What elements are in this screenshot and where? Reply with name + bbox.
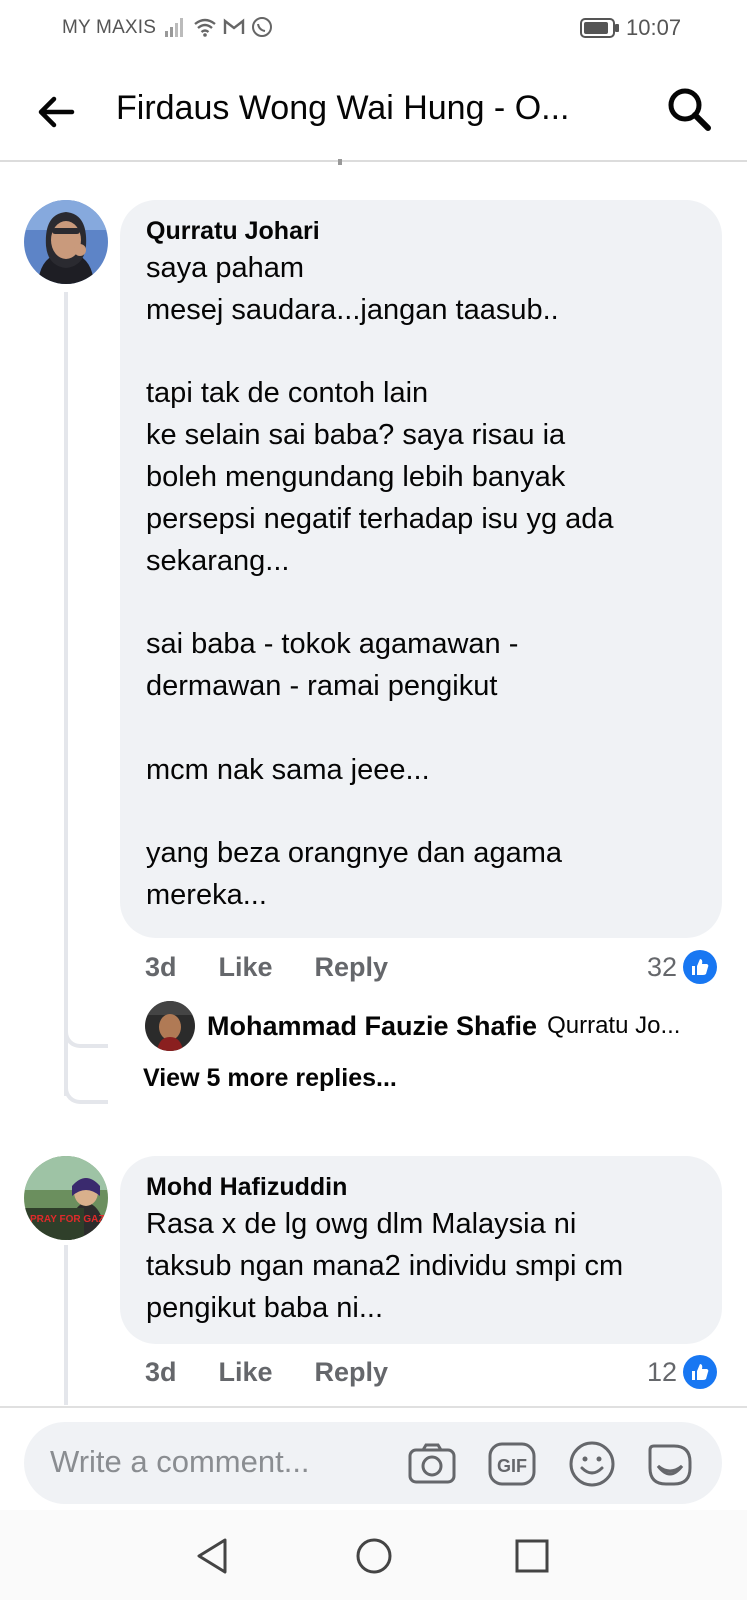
sticker-button[interactable]: [644, 1438, 696, 1490]
thread-branch: [64, 1076, 108, 1104]
clock: 10:07: [626, 15, 682, 40]
reaction-number: 12: [647, 1356, 678, 1387]
signal-icon: [165, 18, 183, 37]
avatar-photo: PRAY FOR GAZA: [24, 1156, 108, 1240]
system-nav-bar: [0, 1510, 747, 1600]
comment-placeholder: Write a comment...: [50, 1444, 310, 1479]
gif-label: GIF: [497, 1456, 527, 1476]
thread-line: [64, 1245, 68, 1405]
nav-home-icon: [356, 1538, 392, 1574]
avatar-caption: PRAY FOR GAZA: [30, 1214, 108, 1225]
carrier-label: MY MAXIS: [62, 17, 157, 38]
nav-back-icon: [197, 1538, 227, 1574]
comment-time[interactable]: 3d: [145, 1357, 177, 1388]
nav-recents-button[interactable]: [512, 1536, 552, 1576]
reply-button[interactable]: Reply: [315, 1357, 389, 1388]
like-button[interactable]: Like: [219, 952, 273, 983]
like-reaction-icon: [683, 1355, 718, 1389]
comment-input[interactable]: Write a comment... GIF: [24, 1422, 722, 1504]
back-arrow-icon: [38, 96, 75, 128]
comment-bubble[interactable]: Qurratu Johari saya paham mesej saudara.…: [120, 200, 722, 938]
search-icon: [668, 88, 711, 131]
reply-preview[interactable]: Mohammad Fauzie Shafie Qurratu Jo...: [145, 1000, 680, 1052]
comment-text: saya paham mesej saudara...jangan taasub…: [146, 252, 614, 911]
reply-snippet: Qurratu Jo...: [547, 1012, 681, 1039]
back-button[interactable]: [34, 90, 78, 134]
reaction-count[interactable]: 32: [647, 950, 718, 984]
gif-button[interactable]: GIF: [486, 1438, 538, 1490]
comment-time[interactable]: 3d: [145, 952, 177, 983]
reaction-count[interactable]: 12: [647, 1355, 718, 1389]
nav-back-button[interactable]: [193, 1536, 233, 1576]
reaction-number: 32: [647, 951, 678, 982]
thread-line: [64, 292, 68, 1096]
like-reaction-icon: [683, 950, 718, 984]
comment-text: Rasa x de lg owg dlm Malaysia ni taksub …: [146, 1208, 624, 1324]
comment-author[interactable]: Mohd Hafizuddin: [146, 1170, 696, 1204]
comment-composer-bar: Write a comment... GIF: [0, 1406, 747, 1510]
avatar[interactable]: PRAY FOR GAZA: [24, 1156, 108, 1240]
reply-author[interactable]: Mohammad Fauzie Shafie: [207, 1011, 537, 1042]
comment-actions: 3d Like Reply: [145, 952, 430, 983]
whatsapp-icon: [252, 17, 272, 37]
camera-icon: [408, 1443, 456, 1484]
comment-bubble[interactable]: Mohd Hafizuddin Rasa x de lg owg dlm Mal…: [120, 1156, 722, 1344]
thread-branch: [64, 1020, 108, 1048]
status-bar: MY MAXIS 10:07: [0, 0, 747, 56]
status-icons: [165, 16, 273, 38]
gmail-icon: [223, 18, 245, 34]
sticker-icon: [648, 1444, 692, 1486]
emoji-icon: [569, 1441, 615, 1487]
app-header: Firdaus Wong Wai Hung - O...: [0, 62, 747, 162]
page-title: Firdaus Wong Wai Hung - O...: [116, 89, 570, 127]
reply-button[interactable]: Reply: [315, 952, 389, 983]
avatar-photo: [145, 1001, 195, 1051]
nav-recents-icon: [515, 1539, 549, 1573]
avatar[interactable]: [24, 200, 108, 284]
comment-author[interactable]: Qurratu Johari: [146, 214, 696, 248]
like-button[interactable]: Like: [219, 1357, 273, 1388]
battery-icon: [580, 18, 619, 38]
reply-avatar[interactable]: [145, 1001, 195, 1051]
comment-actions: 3d Like Reply: [145, 1357, 430, 1388]
gif-icon: GIF: [488, 1442, 536, 1486]
search-button[interactable]: [664, 84, 716, 136]
avatar-photo: [24, 200, 108, 284]
camera-button[interactable]: [406, 1438, 458, 1490]
scroll-remnant: [338, 159, 342, 165]
emoji-button[interactable]: [566, 1438, 618, 1490]
wifi-icon: [194, 18, 216, 37]
nav-home-button[interactable]: [354, 1536, 394, 1576]
view-more-replies-link[interactable]: View 5 more replies...: [143, 1064, 397, 1093]
